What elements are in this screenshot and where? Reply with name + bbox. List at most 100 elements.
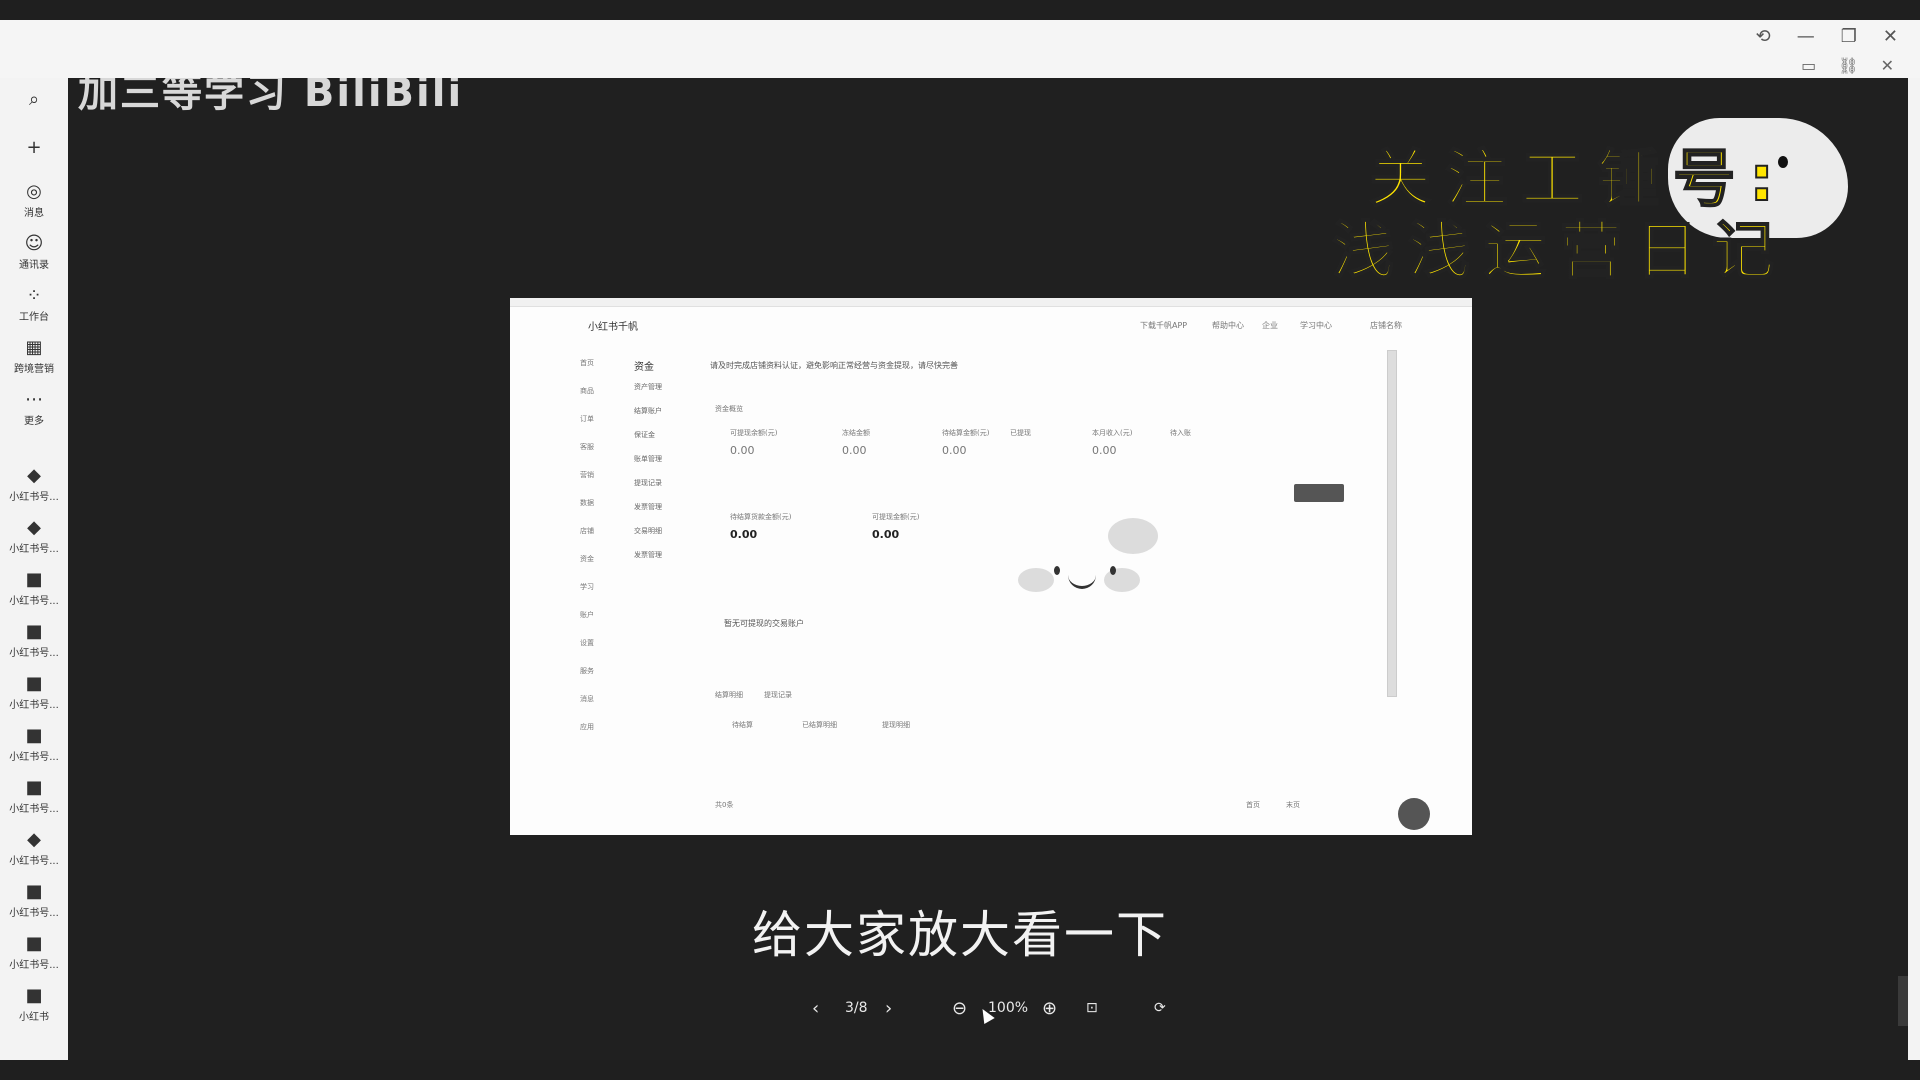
header-link: 下载千帆APP xyxy=(1140,321,1188,330)
app-icon: ■ xyxy=(25,777,43,798)
next-icon[interactable]: › xyxy=(885,998,892,1019)
subnav-item: 账单管理 xyxy=(634,455,662,463)
balance-label: 待结算货款金额(元) xyxy=(730,513,792,521)
section-title: 资金概览 xyxy=(715,405,743,413)
nav-item: 学习 xyxy=(580,583,594,591)
support-avatar[interactable] xyxy=(1398,798,1430,830)
sidebar-item-app[interactable]: ◆ 小红书号... xyxy=(0,517,68,556)
promo-line-2: 浅浅运营日记 xyxy=(1331,213,1788,288)
subnav-item: 发票管理 xyxy=(634,551,662,559)
withdraw-button[interactable] xyxy=(1294,484,1344,502)
pagination-first[interactable]: 首页 xyxy=(1246,800,1260,810)
balance-value: 0.00 xyxy=(730,528,758,541)
subtab[interactable]: 待结算 xyxy=(732,720,753,730)
sidebar-item-app[interactable]: ■ 小红书号... xyxy=(0,674,68,712)
tab-settlement[interactable]: 结算明细 xyxy=(715,690,743,700)
subtitle: 给大家放大看一下 xyxy=(752,906,1168,964)
workspace-icon: ⁘ xyxy=(26,285,42,306)
nav-item: 消息 xyxy=(580,695,594,703)
subnav-item: 发票管理 xyxy=(634,503,662,511)
preview-notice: 请及时完成店铺资料认证，避免影响正常经营与资金提现，请尽快完善 xyxy=(710,361,958,370)
header-link: 帮助中心 xyxy=(1212,321,1244,330)
nav-item: 资金 xyxy=(580,555,594,563)
mascot-face xyxy=(1018,518,1158,618)
metric-label: 可提现余额(元) xyxy=(730,429,778,437)
sidebar-item-workspace[interactable]: ⁘ 工作台 xyxy=(0,285,68,324)
tab-withdrawal[interactable]: 提现记录 xyxy=(764,690,792,700)
app-icon: ■ xyxy=(25,569,43,590)
rotate-icon[interactable]: ⟳ xyxy=(1154,1000,1166,1016)
more-icon: ⋯ xyxy=(25,389,43,410)
metric-label: 本月收入(元) xyxy=(1092,429,1133,437)
metric-label: 待入账 xyxy=(1170,429,1191,437)
subnav-item: 保证金 xyxy=(634,431,655,439)
subnav-item: 提现记录 xyxy=(634,479,662,487)
metric-label: 待结算金额(元) xyxy=(942,429,990,437)
nav-item: 营销 xyxy=(580,471,594,479)
preview-subnav: 资金 资产管理 结算账户 保证金 账单管理 提现记录 发票管理 交易明细 发票管… xyxy=(634,358,694,574)
watermark: 加三等学习 BiliBili xyxy=(78,78,464,116)
sidebar-item-messages[interactable]: ◎ 消息 xyxy=(0,181,68,220)
app-icon: ◆ xyxy=(27,829,41,850)
fit-icon[interactable]: ⊡ xyxy=(1086,1000,1098,1016)
minimize-icon[interactable]: — xyxy=(1797,26,1815,47)
balance-value: 0.00 xyxy=(872,528,900,541)
app-icon: ◆ xyxy=(27,517,41,538)
pagination-last[interactable]: 末页 xyxy=(1286,800,1300,810)
sidebar-item-app[interactable]: ■ 小红书号... xyxy=(0,725,68,764)
zoom-in-icon[interactable]: ⊕ xyxy=(1042,998,1057,1019)
close-viewer-icon[interactable]: ✕ xyxy=(1881,56,1894,75)
metric-value: 0.00 xyxy=(842,444,867,457)
sidebar-item-contacts[interactable]: ☺ 通讯录 xyxy=(0,233,68,272)
message-icon: ◎ xyxy=(26,181,42,202)
sidebar-item-app[interactable]: ■ 小红书号... xyxy=(0,622,68,660)
balance-label: 可提现金额(元) xyxy=(872,513,920,521)
plus-icon: + xyxy=(26,137,42,158)
sidebar-item-app[interactable]: ■ 小红书号... xyxy=(0,569,68,608)
app-icon: ■ xyxy=(25,725,43,746)
header-link: 企业 xyxy=(1262,321,1278,330)
close-icon[interactable]: ✕ xyxy=(1883,26,1898,47)
nav-item: 服务 xyxy=(580,667,594,675)
sidebar-item-marketing[interactable]: ▦ 跨境营销 xyxy=(0,337,68,376)
nav-item: 账户 xyxy=(580,611,594,619)
sidebar-item-add[interactable]: + xyxy=(0,138,68,158)
link-icon[interactable]: ⛓ xyxy=(1838,56,1858,75)
screen-icon[interactable]: ▭ xyxy=(1801,56,1816,75)
subnav-item: 结算账户 xyxy=(634,407,662,415)
calendar-icon: ▦ xyxy=(25,337,43,358)
header-link: 学习中心 xyxy=(1300,321,1332,330)
subnav-item: 资产管理 xyxy=(634,383,662,391)
sidebar-item-app[interactable]: ◆ 小红书号... xyxy=(0,466,68,504)
metric-label: 已提现 xyxy=(1010,429,1031,437)
sidebar-item-more[interactable]: ⋯ 更多 xyxy=(0,389,68,428)
promo-overlay: 关注工锺号: 浅浅运营日记 xyxy=(1268,108,1848,288)
viewer-toolbar: ‹ 3/8 › ⊖ 100% ⊕ ⊡ ⟳ xyxy=(0,998,1920,1024)
restore-icon[interactable]: ❐ xyxy=(1841,26,1857,47)
nav-item: 订单 xyxy=(580,415,594,423)
history-icon[interactable]: ⟲ xyxy=(1756,26,1771,47)
metric-value: 0.00 xyxy=(1092,444,1117,457)
metric-label: 冻结金额 xyxy=(842,429,870,437)
nav-item: 客服 xyxy=(580,443,594,451)
sidebar-item-app[interactable]: ■ 小红书号... xyxy=(0,777,68,816)
header-link: 店铺名称 xyxy=(1370,321,1402,330)
nav-item: 首页 xyxy=(580,359,594,367)
contacts-icon: ☺ xyxy=(24,233,44,254)
preview-header: 小红书千帆 下载千帆APP 帮助中心 企业 学习中心 店铺名称 xyxy=(510,306,1472,342)
sidebar-item-search[interactable]: ⌕ xyxy=(0,90,68,110)
subnav-title: 资金 xyxy=(634,362,654,373)
cloud-eyes-icon xyxy=(1778,156,1808,174)
prev-icon[interactable]: ‹ xyxy=(812,998,819,1019)
nav-item: 商品 xyxy=(580,387,594,395)
page-indicator: 3/8 xyxy=(845,1000,868,1016)
zoom-level: 100% xyxy=(988,1000,1029,1016)
screenshot-preview: 小红书千帆 下载千帆APP 帮助中心 企业 学习中心 店铺名称 首页 商品 订单… xyxy=(510,298,1472,835)
subtab[interactable]: 已结算明细 xyxy=(802,720,837,730)
pagination-count: 共0条 xyxy=(715,801,734,809)
zoom-out-icon[interactable]: ⊖ xyxy=(952,998,967,1019)
subtab[interactable]: 提现明细 xyxy=(882,720,910,730)
nav-item: 应用 xyxy=(580,723,594,731)
sidebar-item-app[interactable]: ◆ 小红书号... xyxy=(0,829,68,868)
metric-value: 0.00 xyxy=(942,444,967,457)
